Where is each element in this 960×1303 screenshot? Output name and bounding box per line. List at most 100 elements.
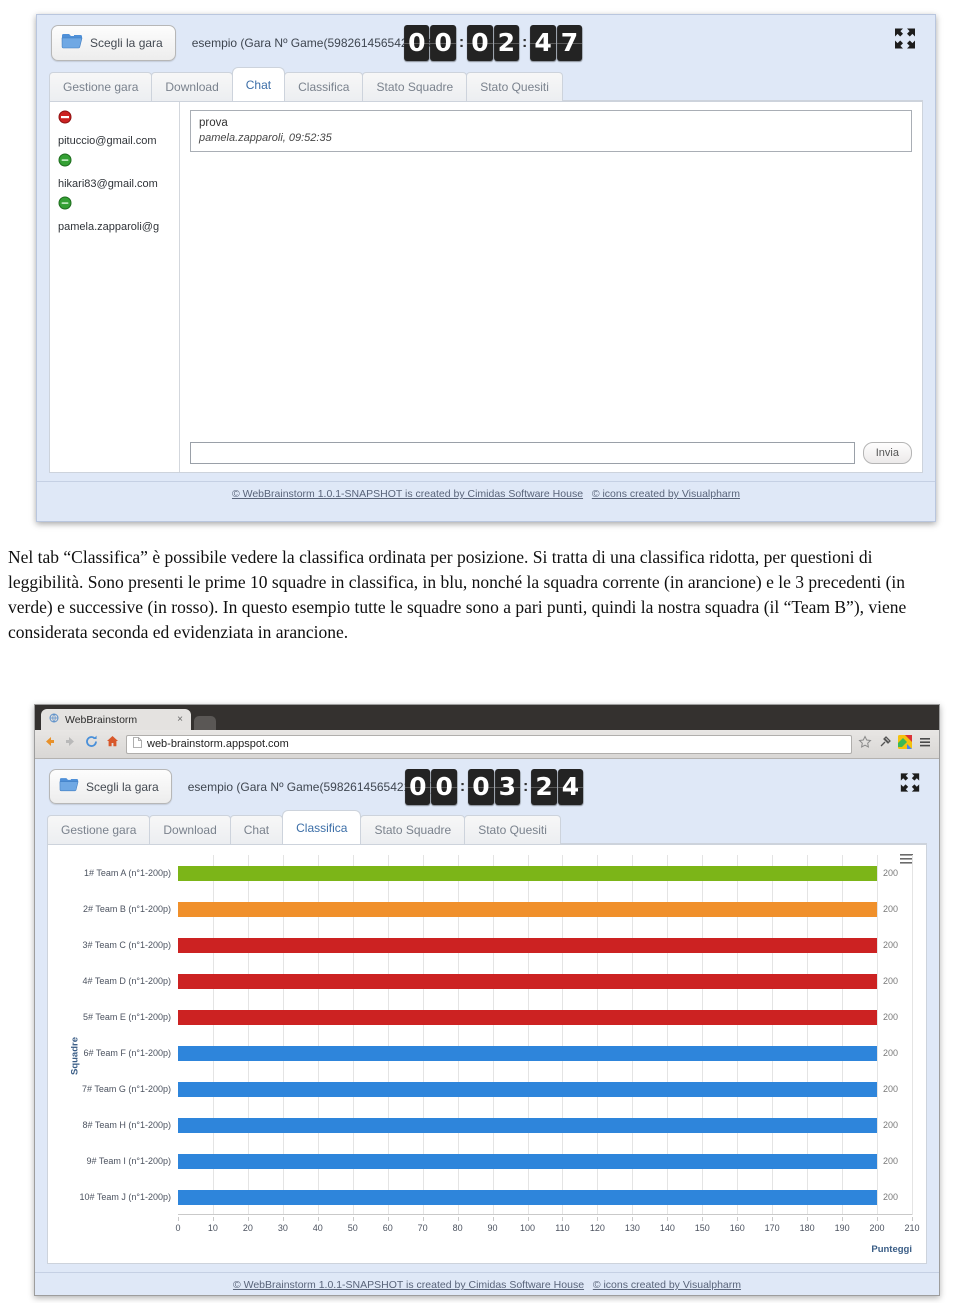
chart-bar-value: 200 [883,904,899,914]
chart-tick-mark [527,1217,529,1221]
chart-tick-label: 190 [834,1223,850,1233]
tab-gestione-gara[interactable]: Gestione gara [49,72,153,101]
fullscreen-icon[interactable] [899,771,921,798]
chart-bar[interactable]: 200 [178,973,898,989]
choose-game-button[interactable]: Scegli la gara [51,25,176,61]
chart-tick-label: 40 [312,1223,323,1233]
status-online-icon [58,153,173,172]
browser-tabbar: WebBrainstorm × [35,705,939,730]
chart-tick-mark [317,1217,319,1221]
chart-tick-mark [178,1217,179,1221]
chart-bar-track: 200 [178,855,912,891]
chat-input[interactable] [190,442,855,464]
tab-classifica[interactable]: Classifica [284,72,364,101]
tab-chat[interactable]: Chat [231,67,286,101]
chart-bar-track: 200 [178,1035,912,1071]
tab-download[interactable]: Download [151,72,233,101]
globe-icon [49,713,59,726]
url-bar[interactable]: web-brainstorm.appspot.com [126,734,852,754]
chart-bar-row: 7# Team G (n°1-200p) 200 [72,1071,912,1107]
list-item[interactable]: pituccio@gmail.com [58,110,173,149]
home-icon[interactable] [105,734,120,754]
chart-tick-label: 130 [624,1223,640,1233]
timer-minute-tens: 0 [467,25,494,61]
app-toolbar: Scegli la gara esempio (Gara Nº Game(598… [35,759,939,810]
browser-tab[interactable]: WebBrainstorm × [41,709,191,730]
chart-tick-mark [667,1217,669,1221]
chat-user-list: pituccio@gmail.com hikari83@gmail.com pa… [50,102,180,472]
tab-gestione-gara[interactable]: Gestione gara [47,815,151,844]
extension-icon[interactable] [878,735,892,754]
page-icon [133,737,142,751]
chart-bar-track: 200 [178,999,912,1035]
chart-tick-mark [387,1217,389,1221]
chart-bar[interactable]: 200 [178,937,898,953]
tab-stato-quesiti[interactable]: Stato Quesiti [464,815,561,844]
browser-tab-title: WebBrainstorm [65,713,138,726]
timer-minute-units: 2 [493,25,520,61]
game-title: esempio (Gara Nº Game(5982614565421056)) [187,779,439,794]
chart-bar-row: 6# Team F (n°1-200p) 200 [72,1035,912,1071]
list-item[interactable]: hikari83@gmail.com [58,153,173,192]
footer-credit-icons[interactable]: © icons created by Visualpharm [592,488,740,500]
choose-game-label: Scegli la gara [90,36,163,50]
chrome-colors-icon[interactable] [898,734,912,754]
chart-tick-mark [632,1217,634,1221]
tabstrip-filler [561,100,923,101]
classifica-panel: Squadre 1# Team A (n°1-200p) 200 2# Team B… [47,844,927,1264]
hamburger-menu-icon[interactable] [918,735,932,754]
chart-bar-track: 200 [178,927,912,963]
tab-classifica[interactable]: Classifica [282,810,362,844]
app-tabstrip: Gestione gara Download Chat Classifica S… [35,810,939,844]
back-arrow-icon[interactable] [42,734,57,754]
chat-message: prova pamela.zapparoli, 09:52:35 [190,110,912,152]
timer-second-units: 4 [557,768,584,805]
forward-arrow-icon[interactable] [63,734,78,754]
footer-credit-app[interactable]: © WebBrainstorm 1.0.1-SNAPSHOT is create… [232,488,583,500]
chart-bar[interactable]: 200 [178,1045,898,1061]
url-text: web-brainstorm.appspot.com [147,738,289,750]
list-item[interactable]: pamela.zapparoli@g [58,196,173,235]
chart-bar[interactable]: 200 [178,1081,898,1097]
tab-download[interactable]: Download [149,815,231,844]
new-tab-button[interactable] [194,716,216,730]
reload-icon[interactable] [84,734,99,754]
chart-bar[interactable]: 200 [178,1117,898,1133]
choose-game-button[interactable]: Scegli la gara [49,769,172,804]
chart-bar[interactable]: 200 [178,901,898,917]
chart-bar[interactable]: 200 [178,1009,898,1025]
chart-bar[interactable]: 200 [178,1189,898,1205]
chart-bar-row: 1# Team A (n°1-200p) 200 [72,855,912,891]
chart-bar-value: 200 [883,940,899,950]
footer-credit-icons[interactable]: © icons created by Visualpharm [593,1279,741,1291]
tab-stato-quesiti[interactable]: Stato Quesiti [466,72,563,101]
close-icon[interactable]: × [177,714,183,725]
chart-bar[interactable]: 200 [178,865,898,881]
send-button[interactable]: Invia [862,442,912,464]
chart-tick-label: 100 [520,1223,536,1233]
timer-second-tens: 2 [531,768,558,805]
chart-bar[interactable]: 200 [178,1153,898,1169]
footer-credit-app[interactable]: © WebBrainstorm 1.0.1-SNAPSHOT is create… [233,1279,584,1291]
screenshot-browser-window: WebBrainstorm × web-brainstorm.appspot.c… [34,704,940,1296]
classifica-app-window: Scegli la gara esempio (Gara Nº Game(598… [35,759,939,1295]
timer-separator: : [458,34,465,51]
fullscreen-icon[interactable] [893,27,917,56]
chart-bar-track: 200 [178,1071,912,1107]
countdown-timer: 0 0 : 0 3 : 2 4 [405,768,584,805]
chart-tick-label: 10 [207,1223,218,1233]
chart-category-label: 4# Team D (n°1-200p) [82,976,171,986]
star-icon[interactable] [858,734,872,754]
chart-tick-label: 170 [764,1223,780,1233]
tab-stato-squadre[interactable]: Stato Squadre [362,72,468,101]
tab-stato-squadre[interactable]: Stato Squadre [360,815,466,844]
timer-second-tens: 4 [530,25,557,61]
chart-tick-label: 80 [452,1223,463,1233]
chart-tick-mark [422,1217,424,1221]
tab-chat[interactable]: Chat [229,815,284,844]
chart-bar-value: 200 [883,1084,899,1094]
chart-tick-label: 140 [659,1223,675,1233]
chart-bar-row: 10# Team J (n°1-200p) 200 [72,1179,912,1215]
chart-tick-label: 50 [347,1223,358,1233]
chart-bar-row: 9# Team I (n°1-200p) 200 [72,1143,912,1179]
